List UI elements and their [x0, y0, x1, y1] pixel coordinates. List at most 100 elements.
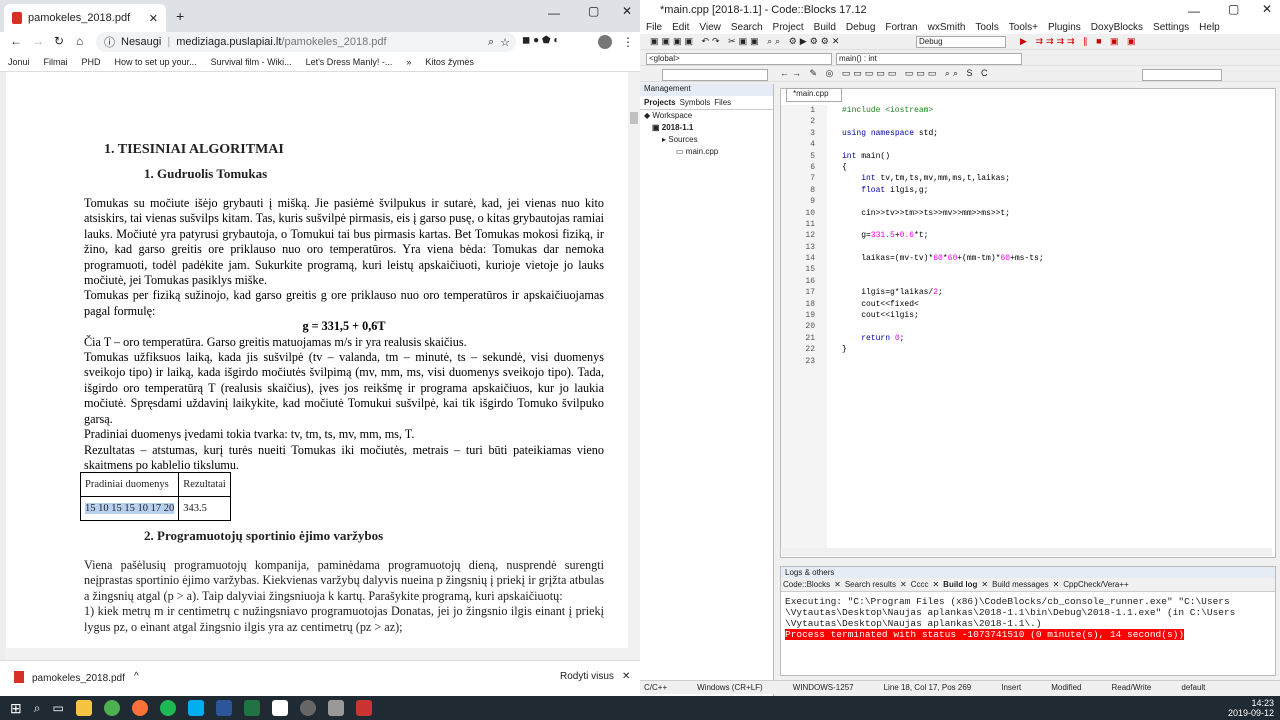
menu-search[interactable]: Search	[731, 22, 763, 33]
code-line[interactable]: return 0;	[842, 333, 904, 344]
menu-icon[interactable]: ⋮	[622, 35, 634, 49]
chevron-up-icon[interactable]: ^	[134, 671, 139, 682]
word-icon[interactable]	[215, 700, 232, 716]
bookmarks-overflow-icon[interactable]: »	[406, 57, 411, 67]
menu-file[interactable]: File	[646, 22, 662, 33]
menu-debug[interactable]: Debug	[846, 22, 875, 33]
log-tab-build-log[interactable]: Build log	[943, 580, 978, 589]
tree-project[interactable]: ▣ 2018-1.1	[644, 122, 773, 134]
code-line[interactable]: }	[842, 344, 847, 355]
menu-tools[interactable]: Tools	[975, 22, 998, 33]
bookmark[interactable]: How to set up your...	[115, 57, 197, 67]
editor-tab[interactable]: *main.cpp	[786, 88, 842, 102]
firefox-icon[interactable]	[131, 700, 148, 716]
maximize-button[interactable]: ▢	[1228, 2, 1239, 16]
excel-icon[interactable]	[243, 700, 260, 716]
code-line[interactable]: float ilgis,g;	[842, 185, 928, 196]
bookmark[interactable]: Let's Dress Manly! -...	[306, 57, 393, 67]
browser-tab[interactable]: pamokeles_2018.pdf ✕	[4, 4, 166, 32]
tree-folder-sources[interactable]: ▸ Sources	[644, 134, 773, 146]
download-filename[interactable]: pamokeles_2018.pdf	[32, 673, 125, 684]
home-icon[interactable]: ⌂	[76, 34, 83, 48]
code-line[interactable]: #include <iostream>	[842, 105, 933, 116]
close-window-button[interactable]: ✕	[1262, 2, 1272, 16]
function-select[interactable]: main() : int	[836, 53, 1022, 65]
chrome-icon[interactable]	[103, 700, 120, 716]
build-target-select[interactable]: Debug	[916, 36, 1006, 48]
log-tab-cppcheck[interactable]: CppCheck/Vera++	[1063, 580, 1128, 589]
search-toolbar-icons[interactable]: ←→ ✎ ◎ ▭▭▭▭▭ ▭▭▭ ⌕⌕ S C	[780, 68, 991, 79]
codeblocks-icon[interactable]	[355, 700, 372, 716]
close-window-button[interactable]: ✕	[622, 4, 632, 18]
reload-icon[interactable]: ↻	[54, 34, 64, 48]
log-tab-codeblocks[interactable]: Code::Blocks	[783, 580, 830, 589]
code-line[interactable]: int tv,tm,ts,mv,mm,ms,t,laikas;	[842, 173, 1010, 184]
close-tab-icon[interactable]: ✕	[149, 12, 158, 25]
menu-settings[interactable]: Settings	[1153, 22, 1189, 33]
bookmark[interactable]: Survival film - Wiki...	[211, 57, 292, 67]
menu-plugins[interactable]: Plugins	[1048, 22, 1081, 33]
scope-select[interactable]: <global>	[646, 53, 832, 65]
bookmark[interactable]: Filmai	[44, 57, 68, 67]
menu-project[interactable]: Project	[773, 22, 804, 33]
minimize-button[interactable]: —	[548, 6, 560, 20]
show-all-button[interactable]: Rodyti visus	[560, 671, 614, 682]
menu-tools-plus[interactable]: Tools+	[1009, 22, 1038, 33]
close-downloads-icon[interactable]: ✕	[622, 671, 630, 682]
taskbar-clock[interactable]: 14:23 2019-09-12	[1228, 698, 1274, 718]
menu-build[interactable]: Build	[814, 22, 836, 33]
menu-edit[interactable]: Edit	[672, 22, 689, 33]
zoom-icon[interactable]: ⌕	[488, 36, 494, 49]
code-line[interactable]: int main()	[842, 151, 890, 162]
task-view-icon[interactable]: ▭	[52, 701, 63, 715]
search-field[interactable]	[662, 69, 768, 81]
editor-h-scrollbar[interactable]	[782, 548, 1272, 556]
tab-projects[interactable]: Projects	[644, 98, 676, 107]
tab-symbols[interactable]: Symbols	[680, 98, 711, 107]
log-tab-cccc[interactable]: Cccc	[911, 580, 929, 589]
tab-files[interactable]: Files	[714, 98, 731, 107]
other-bookmarks[interactable]: Kitos žymės	[425, 57, 474, 67]
minimize-button[interactable]: —	[1188, 4, 1200, 18]
debug-icons[interactable]: ▶ ⇉⇉⇉⇉ ∥ ■ ▣ ▣	[1020, 36, 1139, 47]
code-line[interactable]: ilgis=g*laikas/2;	[842, 287, 943, 298]
forward-icon[interactable]: →	[32, 34, 44, 48]
selected-text[interactable]: 15 10 15 15 10 17 20	[85, 503, 175, 514]
menu-view[interactable]: View	[699, 22, 721, 33]
star-icon[interactable]: ☆	[500, 36, 510, 49]
code-line[interactable]: cout<<fixed<	[842, 299, 919, 310]
pdf-vertical-scrollbar[interactable]	[628, 72, 640, 660]
menu-doxyblocks[interactable]: DoxyBlocks	[1091, 22, 1143, 33]
code-line[interactable]: {	[842, 162, 847, 173]
back-icon[interactable]: ←	[10, 34, 22, 48]
bookmark[interactable]: PHD	[82, 57, 101, 67]
search-icon[interactable]: ⌕	[34, 701, 41, 716]
pdf-horizontal-scrollbar[interactable]	[6, 648, 628, 660]
code-area[interactable]: #include <iostream> using namespace std; i…	[782, 105, 1272, 367]
menu-wxsmith[interactable]: wxSmith	[928, 22, 966, 33]
tree-file-main[interactable]: ▭ main.cpp	[644, 146, 773, 158]
profile-avatar[interactable]	[598, 35, 612, 49]
file-explorer-icon[interactable]	[75, 700, 92, 716]
code-line[interactable]: cout<<ilgis;	[842, 310, 919, 321]
new-tab-button[interactable]: +	[176, 8, 184, 24]
code-line[interactable]: laikas=(mv-tv)*60*60+(mm-tm)*60+ms-ts;	[842, 253, 1043, 264]
tree-workspace[interactable]: ◆ Workspace	[644, 110, 773, 122]
address-bar[interactable]: ⓘ Nesaugi | mediziaga.puslapiai.lt/pamok…	[96, 32, 516, 52]
extension-icons[interactable]: ◼ ● ⬟ ◐	[522, 35, 559, 46]
bookmark[interactable]: Jonui	[8, 57, 30, 67]
log-tab-build-messages[interactable]: Build messages	[992, 580, 1048, 589]
search-combo[interactable]	[1142, 69, 1222, 81]
maximize-button[interactable]: ▢	[588, 4, 599, 18]
settings-icon[interactable]	[327, 700, 344, 716]
code-line[interactable]: g=331.5+0.6*t;	[842, 230, 928, 241]
log-tab-search-results[interactable]: Search results	[845, 580, 896, 589]
toolbar-icons[interactable]: ▣▣▣▣ ↶↷ ✂▣▣ ⌕⌕ ⚙▶⚙⚙✕	[650, 36, 842, 47]
windows-start-icon[interactable]: ⊞	[10, 700, 22, 717]
menu-help[interactable]: Help	[1199, 22, 1220, 33]
skype-icon[interactable]	[187, 700, 204, 716]
code-line[interactable]: using namespace std;	[842, 128, 938, 139]
file-icon[interactable]	[271, 700, 288, 716]
menu-fortran[interactable]: Fortran	[885, 22, 917, 33]
spotify-icon[interactable]	[159, 700, 176, 716]
